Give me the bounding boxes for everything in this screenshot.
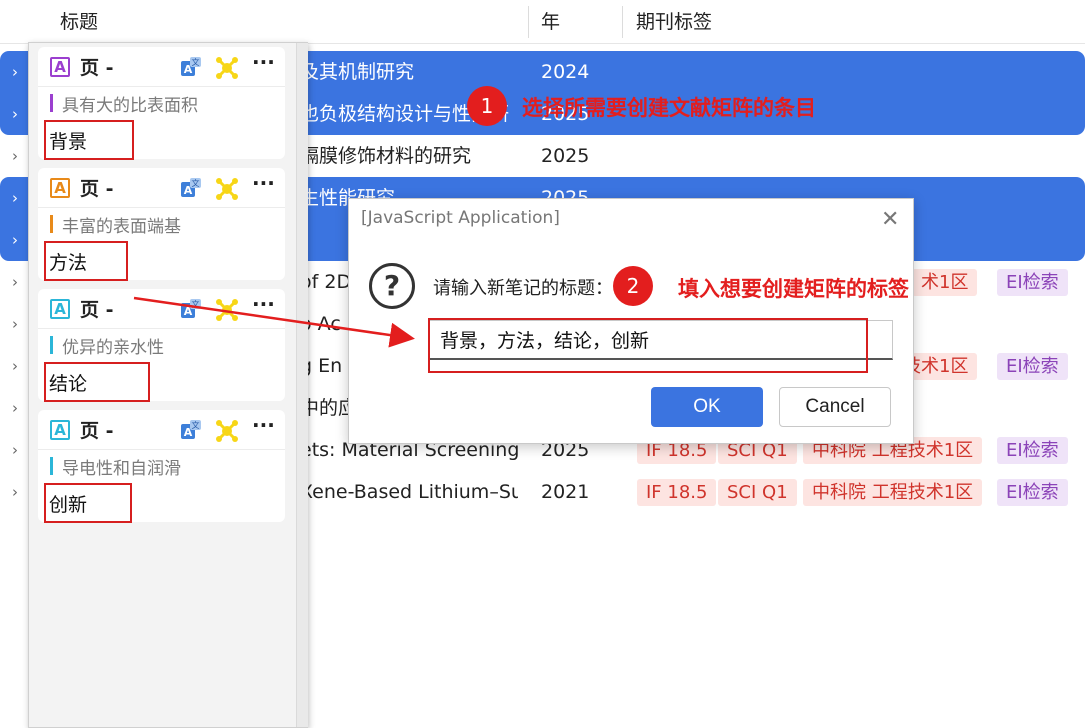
more-options-icon[interactable]: ··· [252,50,275,74]
annotation-highlight-icon: A [50,178,70,198]
note-card-header: A 页 - A 文 ··· [38,168,285,208]
ai-sparkle-icon[interactable] [214,176,240,202]
row-year: 2025 [541,145,590,167]
tag-cas-zone: 术1区 [912,269,978,296]
row-title: Xene-Based Lithium–Su [300,481,518,503]
ok-button[interactable]: OK [651,387,763,427]
note-label[interactable]: 方法 [49,248,87,275]
highlight-color-bar [50,215,53,233]
highlight-color-bar [50,336,53,354]
translate-icon[interactable]: A 文 [180,56,202,78]
note-label[interactable]: 背景 [49,127,87,154]
note-card-header: A 页 - A 文 ··· [38,289,285,329]
ai-sparkle-icon[interactable] [214,418,240,444]
tag-impact-factor: IF 18.5 [637,479,717,506]
notes-scrollbar[interactable] [296,43,308,727]
step-badge-1: 1 [467,86,507,126]
note-label[interactable]: 结论 [49,369,87,396]
expand-chevron-icon[interactable]: › [12,147,18,165]
ai-sparkle-icon[interactable] [214,297,240,323]
expand-chevron-icon[interactable]: › [12,231,18,249]
note-quote-text: 具有大的比表面积 [62,96,198,116]
notes-panel: A 页 - A 文 ··· 具有大的比表面积 背景 A 页 - A 文 ··· … [28,42,308,728]
note-card[interactable]: A 页 - A 文 ··· 导电性和自润滑 创新 [38,410,285,523]
question-icon: ? [369,263,415,309]
row-year: 2021 [541,481,590,503]
note-card-header: A 页 - A 文 ··· [38,410,285,450]
row-year: 2024 [541,61,590,83]
expand-chevron-icon[interactable]: › [12,483,18,501]
row-title: 隔膜修饰材料的研究 [300,145,472,167]
note-label[interactable]: 创新 [49,490,87,517]
more-options-icon[interactable]: ··· [252,413,275,437]
highlight-color-bar [50,94,53,112]
expand-chevron-icon[interactable]: › [12,273,18,291]
more-options-icon[interactable]: ··· [252,171,275,195]
translate-icon[interactable]: A 文 [180,298,202,320]
tag-cas-zone: 中科院 工程技术1区 [803,479,983,506]
svg-text:文: 文 [192,299,200,309]
tag-ei: EI检索 [997,479,1068,506]
expand-chevron-icon[interactable]: › [12,399,18,417]
note-card[interactable]: A 页 - A 文 ··· 丰富的表面端基 方法 [38,168,285,281]
expand-chevron-icon[interactable]: › [12,105,18,123]
column-header-tags[interactable]: 期刊标签 [636,0,712,44]
note-quote-text: 导电性和自润滑 [62,459,181,479]
more-options-icon[interactable]: ··· [252,292,275,316]
expand-chevron-icon[interactable]: › [12,357,18,375]
expand-chevron-icon[interactable]: › [12,189,18,207]
svg-text:文: 文 [192,57,200,67]
note-page-label: 页 - [80,57,114,79]
svg-text:文: 文 [192,178,200,188]
step-badge-2: 2 [613,266,653,306]
table-header: 标题 年 期刊标签 [0,0,1085,44]
expand-chevron-icon[interactable]: › [12,63,18,81]
column-header-year[interactable]: 年 [541,0,560,44]
step-1-instruction: 选择所需要创建文献矩阵的条目 [522,96,816,120]
tag-sci-quartile: SCI Q1 [718,479,797,506]
translate-icon[interactable]: A 文 [180,419,202,441]
column-divider[interactable] [528,6,529,38]
input-highlight-box [428,318,868,373]
column-divider[interactable] [622,6,623,38]
note-card-header: A 页 - A 文 ··· [38,47,285,87]
highlight-color-bar [50,457,53,475]
note-card[interactable]: A 页 - A 文 ··· 优异的亲水性 结论 [38,289,285,402]
tag-ei: EI检索 [997,269,1068,296]
svg-text:文: 文 [192,420,200,430]
expand-chevron-icon[interactable]: › [12,315,18,333]
expand-chevron-icon[interactable]: › [12,441,18,459]
tag-ei: EI检索 [997,353,1068,380]
note-page-label: 页 - [80,420,114,442]
translate-icon[interactable]: A 文 [180,177,202,199]
note-card[interactable]: A 页 - A 文 ··· 具有大的比表面积 背景 [38,47,285,160]
note-quote-text: 优异的亲水性 [62,338,164,358]
dialog-title: [JavaScript Application] [361,208,560,228]
note-quote-text: 丰富的表面端基 [62,217,181,237]
dialog-prompt: 请输入新笔记的标题： [433,278,613,299]
note-page-label: 页 - [80,299,114,321]
ai-sparkle-icon[interactable] [214,55,240,81]
annotation-highlight-icon: A [50,420,70,440]
note-page-label: 页 - [80,178,114,200]
close-icon[interactable]: ✕ [881,207,899,232]
tag-ei: EI检索 [997,437,1068,464]
annotation-highlight-icon: A [50,57,70,77]
step-2-instruction: 填入想要创建矩阵的标签 [678,277,909,301]
cancel-button[interactable]: Cancel [779,387,891,427]
annotation-highlight-icon: A [50,299,70,319]
column-header-title[interactable]: 标题 [60,0,98,44]
